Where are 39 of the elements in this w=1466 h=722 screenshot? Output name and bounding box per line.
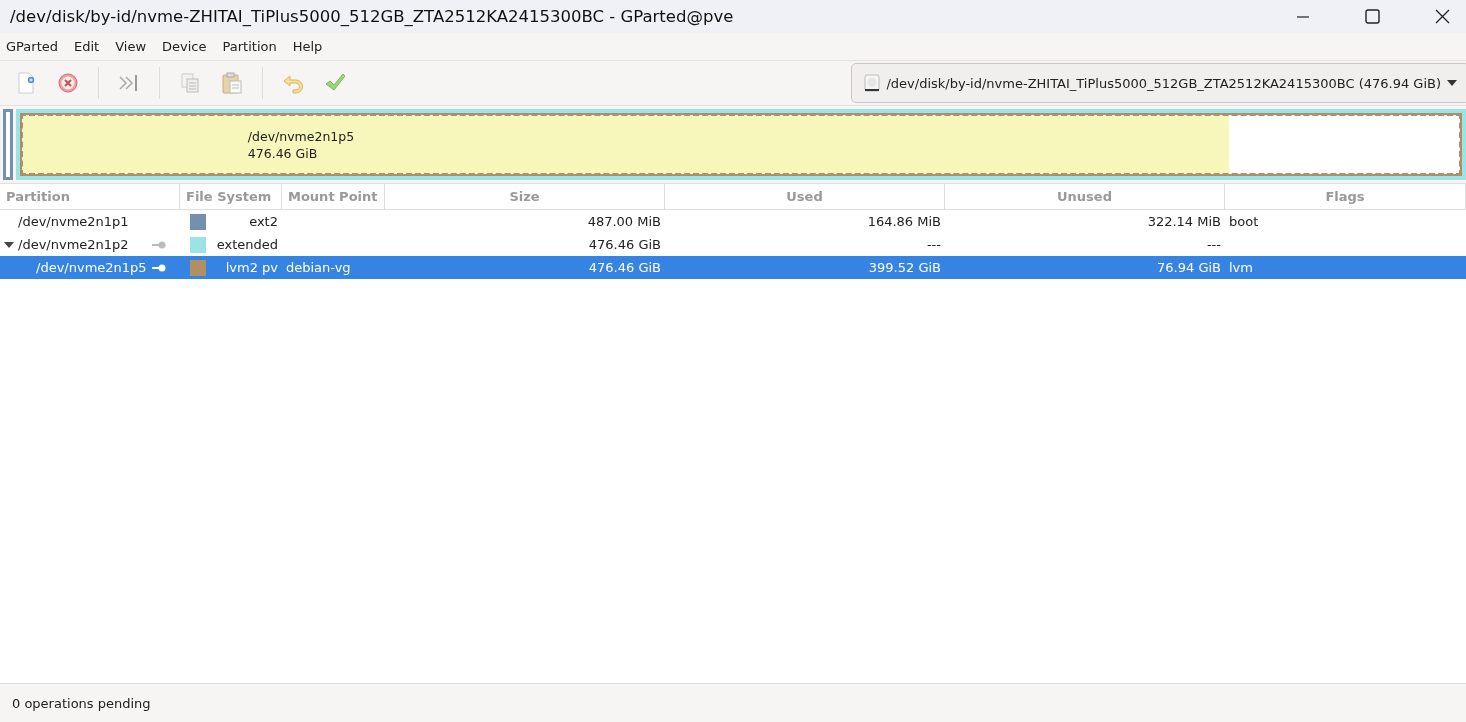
file-system: lvm2 pv [225, 260, 278, 275]
unused-value: 322.14 MiB [1147, 214, 1221, 229]
partition-name: /dev/nvme2n1p5 [36, 260, 147, 275]
partition-block[interactable] [3, 109, 13, 180]
size-value: 476.46 GiB [588, 260, 661, 275]
device-dropdown[interactable]: /dev/disk/by-id/nvme-ZHITAI_TiPlus5000_512GB_ZTA2512KA2415300BC (476.94 GiB) [851, 63, 1466, 103]
partition-size: 476.46 GiB [247, 144, 319, 162]
flags-value: lvm [1229, 260, 1253, 275]
maximize-icon[interactable] [1365, 9, 1380, 24]
partition-name: /dev/nvme2n1p2 [18, 237, 129, 252]
partition-row[interactable]: /dev/nvme2n1p1 ext2 487.00 MiB 164.86 MiB 322.14 MiB boot [0, 210, 1466, 233]
menu-item[interactable]: Edit [74, 39, 100, 54]
unused-value: 76.94 GiB [1157, 260, 1221, 275]
close-icon[interactable] [1435, 9, 1450, 24]
partition-label: /dev/nvme2n1p5 [247, 127, 355, 145]
used-value: 399.52 GiB [868, 260, 941, 275]
file-system: ext2 [249, 214, 278, 229]
menu-item[interactable]: View [115, 39, 147, 54]
size-value: 487.00 MiB [587, 214, 661, 229]
used-value: --- [926, 237, 941, 252]
partition-row[interactable]: /dev/nvme2n1p5 lvm2 pv debian-vg 476.46 GiB 399.52 GiB 76.94 GiB lvm [0, 256, 1466, 279]
flags-value: boot [1229, 214, 1259, 229]
caret-icon [1447, 80, 1457, 86]
window-title: /dev/disk/by-id/nvme-ZHITAI_TiPlus5000_512GB_ZTA2512KA2415300BC - GParted@pve [10, 7, 734, 26]
used-value: 164.86 MiB [867, 214, 941, 229]
menu-item[interactable]: Partition [222, 39, 277, 54]
menu-item[interactable]: Help [292, 39, 323, 54]
menu-item[interactable]: Device [162, 39, 207, 54]
menu-item[interactable]: GParted [6, 39, 58, 54]
partition-row[interactable]: /dev/nvme2n1p2 extended 476.46 GiB --- --- [0, 233, 1466, 256]
unused-value: --- [1206, 237, 1221, 252]
mount-point: debian-vg [286, 260, 351, 275]
delete-icon[interactable] [56, 71, 80, 95]
size-value: 476.46 GiB [588, 237, 661, 252]
collapse-icon[interactable] [4, 239, 14, 250]
partition-name: /dev/nvme2n1p1 [18, 214, 129, 229]
file-system: extended [216, 237, 278, 252]
status-text: 0 operations pending [12, 695, 151, 711]
paste-icon[interactable] [220, 71, 244, 95]
